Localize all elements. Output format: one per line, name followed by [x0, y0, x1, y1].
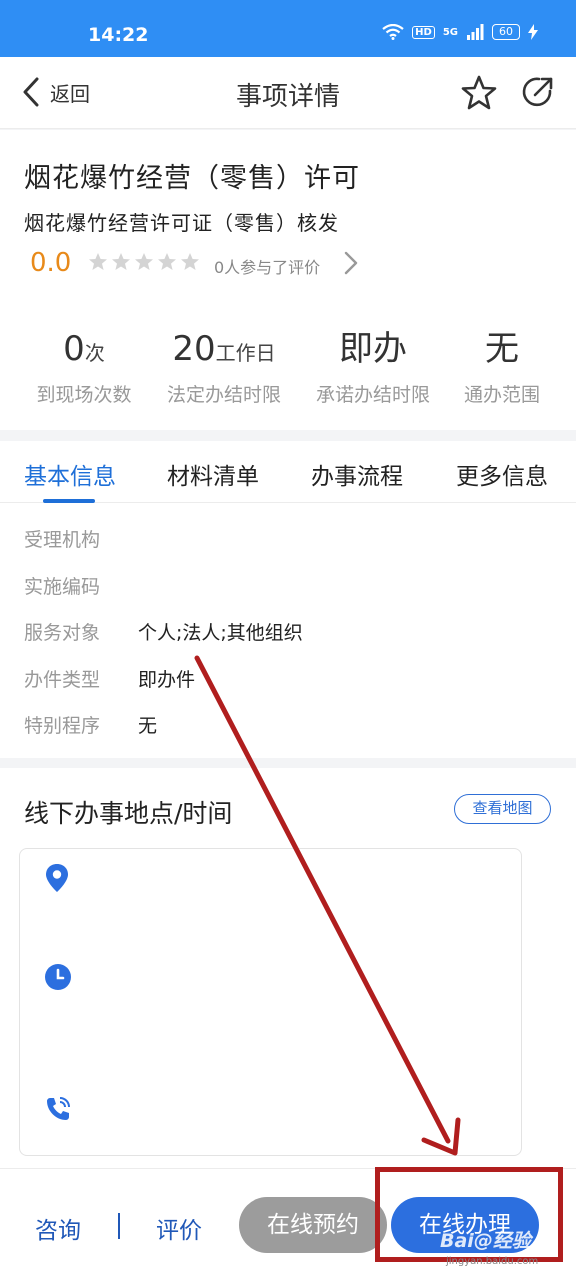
- info-row-target: 服务对象 个人;法人;其他组织: [24, 618, 303, 645]
- stat-value: 无: [485, 329, 519, 369]
- office-section: 线下办事地点/时间 查看地图: [0, 768, 576, 1168]
- share-icon[interactable]: [520, 74, 556, 110]
- info-key: 办件类型: [24, 669, 101, 691]
- tab-materials[interactable]: 材料清单: [167, 457, 259, 491]
- watermark-url: jingyan.baidu.com: [446, 1256, 539, 1267]
- tab-process[interactable]: 办事流程: [311, 457, 403, 491]
- info-key: 服务对象: [24, 622, 101, 644]
- watermark-logo: Bai@经验: [440, 1230, 531, 1252]
- status-bar: 14:22 HD 5G 60: [0, 0, 576, 57]
- detail-tabs: 基本信息 材料清单 办事流程 更多信息: [0, 441, 576, 503]
- wifi-icon: [382, 24, 404, 40]
- rating-score: 0.0: [30, 248, 72, 278]
- office-title: 线下办事地点/时间: [24, 799, 233, 828]
- tab-basic-info[interactable]: 基本信息: [24, 457, 116, 491]
- rate-button[interactable]: 评价: [156, 1211, 202, 1245]
- rating-star-icon: [181, 253, 199, 270]
- view-map-button[interactable]: 查看地图: [454, 794, 551, 824]
- status-time: 14:22: [88, 24, 149, 46]
- office-card: [19, 848, 522, 1156]
- info-row-agency: 受理机构: [24, 525, 138, 552]
- stat-value: 0: [63, 329, 85, 369]
- location-pin-icon: [46, 864, 68, 892]
- chevron-right-icon[interactable]: [343, 250, 359, 276]
- stat-unit: 工作日: [215, 341, 276, 365]
- info-row-type: 办件类型 即办件: [24, 665, 195, 692]
- info-value: 个人;法人;其他组织: [138, 622, 303, 644]
- charging-icon: [528, 24, 538, 40]
- basic-info-list: 受理机构 实施编码 服务对象 个人;法人;其他组织 办件类型 即办件 特别程序 …: [0, 503, 576, 758]
- info-row-code: 实施编码: [24, 572, 138, 599]
- item-subtitle: 烟花爆竹经营许可证（零售）核发: [24, 211, 339, 235]
- stat-scope: 无 通办范围: [455, 326, 549, 407]
- stat-value: 即办: [339, 329, 407, 369]
- online-reserve-button[interactable]: 在线预约: [239, 1197, 387, 1253]
- stat-label: 承诺办结时限: [315, 384, 430, 406]
- stat-unit: 次: [84, 341, 105, 365]
- hd-badge: HD: [412, 25, 435, 39]
- rating-star-icon: [112, 253, 130, 270]
- stat-promised-limit: 即办 承诺办结时限: [304, 326, 442, 407]
- stat-label: 到现场次数: [36, 384, 132, 406]
- rating-stars: [88, 252, 200, 272]
- signal-icon: [467, 24, 484, 40]
- info-key: 受理机构: [24, 529, 101, 551]
- nav-bar: 返回 事项详情: [0, 57, 576, 129]
- status-icons: HD 5G 60: [382, 24, 538, 40]
- info-value: 即办件: [138, 669, 196, 691]
- consult-button[interactable]: 咨询: [35, 1211, 81, 1245]
- info-key: 特别程序: [24, 715, 101, 737]
- info-key: 实施编码: [24, 576, 101, 598]
- rating-star-icon: [158, 253, 176, 270]
- rating-star-icon: [89, 253, 107, 270]
- phone-icon: [47, 1097, 70, 1120]
- stat-label: 通办范围: [463, 384, 540, 406]
- favorite-star-icon[interactable]: [460, 74, 498, 112]
- clock-icon: [45, 964, 71, 990]
- network-label: 5G: [442, 26, 458, 38]
- bottom-divider: [118, 1213, 120, 1239]
- stat-legal-limit: 20工作日 法定办结时限: [155, 326, 293, 407]
- info-value: 无: [138, 715, 158, 737]
- rating-count-link[interactable]: 0人参与了评价: [214, 254, 320, 278]
- stat-visits: 0次 到现场次数: [22, 326, 146, 407]
- battery-indicator: 60: [492, 24, 520, 40]
- item-title: 烟花爆竹经营（零售）许可: [24, 163, 360, 194]
- info-row-special: 特别程序 无: [24, 711, 157, 738]
- rating-star-icon: [135, 253, 153, 270]
- tab-more-info[interactable]: 更多信息: [456, 457, 548, 491]
- stat-value: 20: [172, 329, 216, 369]
- item-header: 烟花爆竹经营（零售）许可 烟花爆竹经营许可证（零售）核发 0.0 0人参与了评价…: [0, 130, 576, 430]
- stat-label: 法定办结时限: [166, 384, 281, 406]
